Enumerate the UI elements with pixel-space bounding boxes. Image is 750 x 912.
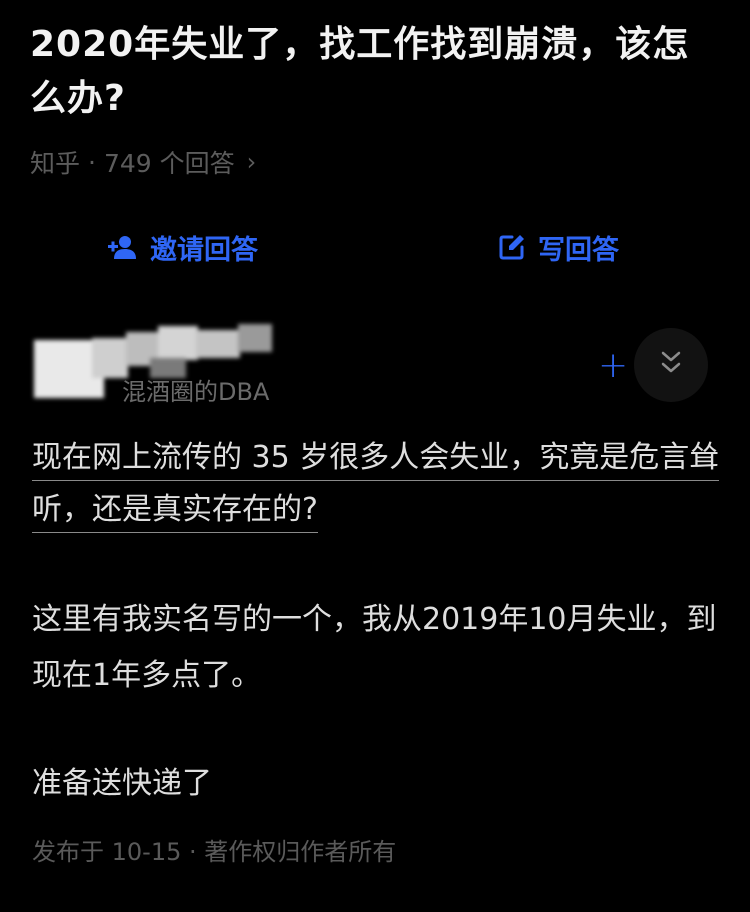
collapse-button[interactable] (634, 328, 708, 402)
answer-count: 749 个回答 (103, 149, 235, 178)
double-chevron-down-icon (660, 350, 682, 380)
write-answer-button[interactable]: 写回答 (498, 222, 619, 272)
answer-body: 现在网上流传的 35 岁很多人会失业，究竟是危言耸听，还是真实存在的? 这里有我… (32, 432, 722, 812)
quoted-link[interactable]: 现在网上流传的 35 岁很多人会失业，究竟是危言耸听，还是真实存在的? (32, 432, 722, 536)
question-title[interactable]: 2020年失业了，找工作找到崩溃，该怎么办? (30, 18, 720, 126)
write-answer-label: 写回答 (538, 234, 619, 266)
follow-button[interactable]: + (598, 348, 628, 384)
answer-paragraph: 准备送快递了 (32, 766, 212, 801)
invite-answer-label: 邀请回答 (150, 234, 258, 266)
chevron-right-icon: › (246, 148, 257, 176)
action-row: 邀请回答 写回答 (0, 222, 750, 272)
invite-answer-button[interactable]: 邀请回答 (106, 222, 258, 272)
meta-separator: · (88, 147, 96, 177)
edit-icon (498, 233, 526, 261)
question-meta[interactable]: 知乎 · 749 个回答 › (30, 144, 256, 180)
add-person-icon (106, 234, 138, 260)
answer-page: 2020年失业了，找工作找到崩溃，该怎么办? 知乎 · 749 个回答 › 邀请… (0, 0, 750, 912)
source-label: 知乎 (30, 149, 81, 178)
answer-paragraph: 这里有我实名写的一个，我从2019年10月失业，到现在1年多点了。 (32, 602, 717, 693)
author-row: 混酒圈的DBA + (30, 320, 720, 410)
quoted-link-text: 现在网上流传的 35 岁很多人会失业，究竟是危言耸听，还是真实存在的? (32, 440, 720, 533)
publish-info: 发布于 10-15 · 著作权归作者所有 (32, 838, 397, 866)
author-subtitle: 混酒圈的DBA (122, 378, 270, 406)
